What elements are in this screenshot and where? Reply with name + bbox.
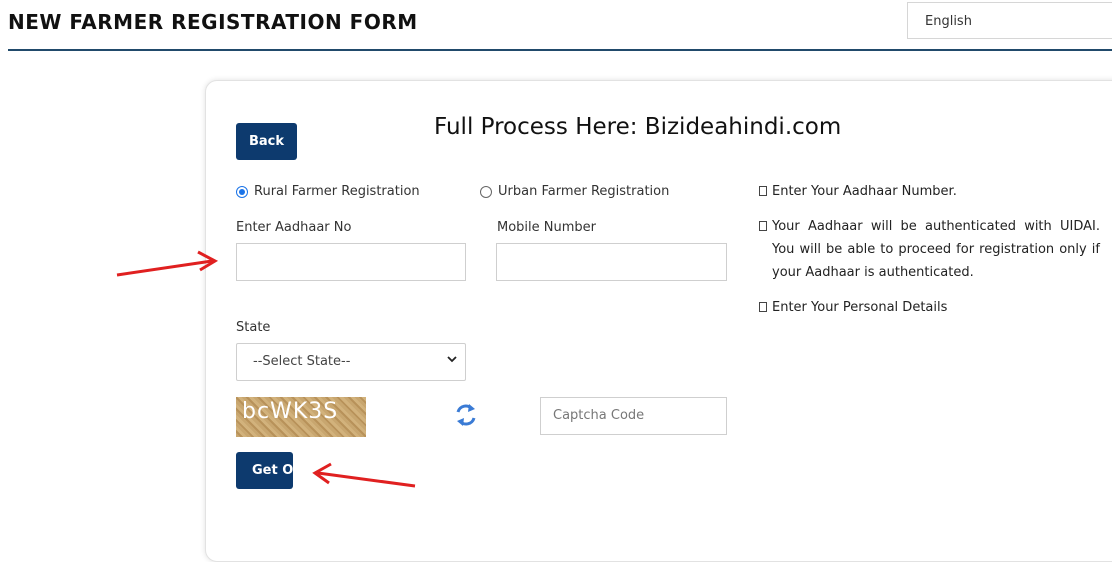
language-select[interactable]: English <box>907 2 1112 39</box>
aadhaar-label: Enter Aadhaar No <box>236 220 352 235</box>
arrow-icon <box>116 250 219 277</box>
captcha-image: bcWK3S <box>236 397 366 437</box>
bullet-icon <box>759 302 767 312</box>
radio-urban-button[interactable] <box>480 185 492 198</box>
back-button[interactable]: Back <box>236 123 297 160</box>
card-heading: Full Process Here: Bizideahindi.com <box>434 114 842 140</box>
header-divider <box>8 49 1112 51</box>
instruction-item: Enter Your Aadhaar Number. <box>759 180 1100 203</box>
radio-rural-label: Rural Farmer Registration <box>254 184 420 199</box>
state-label: State <box>236 320 271 335</box>
instruction-item: Your Aadhaar will be authenticated with … <box>759 215 1100 284</box>
get-otp-button[interactable]: Get OTP <box>236 452 293 489</box>
mobile-label: Mobile Number <box>497 220 596 235</box>
radio-rural-button[interactable] <box>236 185 248 198</box>
bullet-icon <box>759 186 767 196</box>
refresh-icon[interactable] <box>455 402 477 428</box>
captcha-input[interactable]: Captcha Code <box>540 397 727 435</box>
mobile-input[interactable] <box>496 243 727 281</box>
radio-urban[interactable]: Urban Farmer Registration <box>480 184 669 199</box>
state-select-value: --Select State-- <box>253 354 351 369</box>
radio-urban-label: Urban Farmer Registration <box>498 184 670 199</box>
instruction-item: Enter Your Personal Details <box>759 296 1100 319</box>
bullet-icon <box>759 221 767 231</box>
aadhaar-input[interactable] <box>236 243 466 281</box>
state-select[interactable]: --Select State-- <box>236 343 466 381</box>
chevron-down-icon <box>447 353 457 367</box>
instructions-list: Enter Your Aadhaar Number. Your Aadhaar … <box>759 180 1100 331</box>
radio-rural[interactable]: Rural Farmer Registration <box>236 184 420 199</box>
page-title: NEW FARMER REGISTRATION FORM <box>8 10 418 34</box>
